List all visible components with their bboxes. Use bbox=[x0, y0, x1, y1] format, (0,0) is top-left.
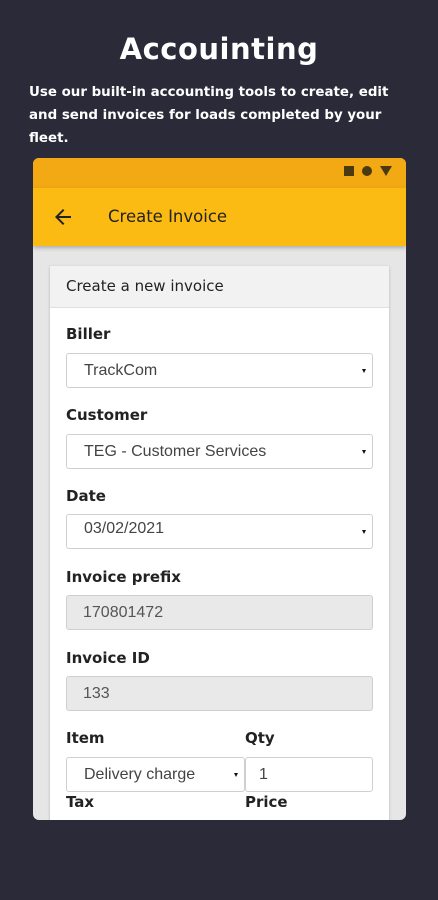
status-bar bbox=[33, 158, 406, 188]
customer-select[interactable]: TEG - Customer Services bbox=[66, 434, 373, 469]
form-header: Create a new invoice bbox=[50, 266, 389, 308]
promo-subtitle: Use our built-in accounting tools to cre… bbox=[29, 85, 389, 146]
invoice-prefix-value: 170801472 bbox=[83, 604, 164, 621]
phone-screen: Create Invoice Create a new invoice Bill… bbox=[33, 158, 406, 820]
date-value: 03/02/2021 bbox=[84, 520, 165, 537]
biller-select[interactable]: TrackCom bbox=[66, 353, 373, 388]
item-select[interactable]: Delivery charge bbox=[66, 757, 245, 792]
invoice-prefix-label: Invoice prefix bbox=[66, 568, 181, 586]
invoice-id-label: Invoice ID bbox=[66, 649, 150, 667]
dropdown-caret-icon bbox=[362, 450, 366, 454]
back-button[interactable] bbox=[51, 205, 75, 229]
date-select[interactable]: 03/02/2021 bbox=[66, 514, 373, 549]
item-label: Item bbox=[66, 729, 105, 747]
qty-label: Qty bbox=[245, 729, 275, 747]
tax-label: Tax bbox=[66, 793, 95, 811]
dropdown-caret-icon bbox=[362, 369, 366, 373]
price-label: Price bbox=[245, 793, 288, 811]
dropdown-caret-icon bbox=[362, 530, 366, 534]
qty-input[interactable]: 1 bbox=[245, 757, 373, 792]
app-bar: Create Invoice bbox=[33, 188, 406, 246]
customer-value: TEG - Customer Services bbox=[84, 443, 267, 460]
invoice-id-field: 133 bbox=[66, 676, 373, 711]
dropdown-caret-icon bbox=[234, 773, 238, 777]
qty-value: 1 bbox=[259, 766, 268, 783]
promo-title: Accouinting bbox=[119, 32, 319, 66]
triangle-icon bbox=[380, 166, 392, 176]
invoice-form-card: Create a new invoice Biller TrackCom Cus… bbox=[50, 266, 389, 820]
square-icon bbox=[344, 166, 354, 176]
item-value: Delivery charge bbox=[84, 766, 196, 783]
screen-title: Create Invoice bbox=[108, 207, 228, 226]
date-label: Date bbox=[66, 487, 106, 505]
arrow-left-icon bbox=[55, 209, 71, 225]
biller-label: Biller bbox=[66, 325, 111, 343]
invoice-id-value: 133 bbox=[83, 685, 110, 702]
invoice-prefix-field: 170801472 bbox=[66, 595, 373, 630]
customer-label: Customer bbox=[66, 406, 148, 424]
biller-value: TrackCom bbox=[84, 362, 158, 379]
circle-icon bbox=[362, 166, 372, 176]
